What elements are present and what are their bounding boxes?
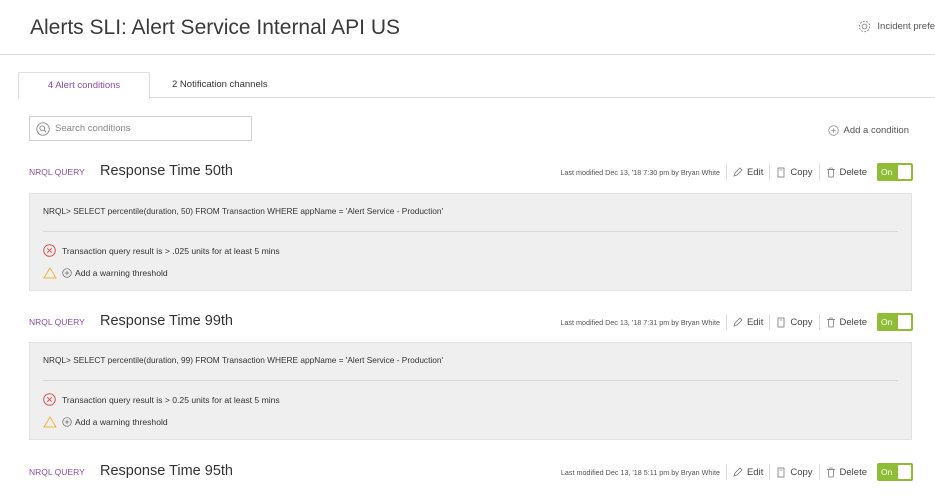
divider (818, 464, 820, 480)
last-modified: Last modified Dec 13, '18 5:11 pm by Bry… (560, 467, 720, 477)
trash-icon (826, 167, 835, 177)
enabled-toggle[interactable]: On (877, 313, 913, 331)
incident-preferences-link[interactable]: Incident prefe (858, 20, 935, 33)
critical-x-icon (43, 393, 56, 406)
condition-details: NRQL> SELECT percentile(duration, 50) FR… (29, 193, 912, 291)
critical-threshold: Transaction query result is > .025 units… (43, 244, 280, 257)
add-condition-label: Add a condition (843, 125, 910, 136)
divider (769, 164, 771, 180)
edit-button[interactable]: Edit (733, 467, 763, 478)
divider (725, 464, 727, 480)
condition-name[interactable]: Response Time 99th (100, 313, 233, 329)
delete-label: Delete (839, 166, 867, 178)
plus-circle-icon (62, 268, 72, 278)
edit-label: Edit (746, 466, 764, 478)
edit-label: Edit (746, 316, 764, 328)
plus-circle-icon (827, 125, 839, 136)
add-warning-threshold-link[interactable]: Add a warning threshold (43, 416, 168, 428)
toggle-knob (898, 465, 911, 479)
divider (818, 314, 820, 330)
search-icon (36, 121, 50, 136)
nrql-query: NRQL> SELECT percentile(duration, 99) FR… (43, 355, 444, 365)
divider (43, 380, 898, 381)
last-modified: Last modified Dec 13, '18 7:30 pm by Bry… (560, 167, 720, 177)
divider (725, 314, 727, 330)
pencil-icon (733, 467, 743, 477)
divider (818, 164, 820, 180)
edit-button[interactable]: Edit (733, 167, 763, 178)
critical-threshold-text: Transaction query result is > 0.25 units… (62, 394, 280, 405)
divider (725, 164, 727, 180)
condition-header: NRQL QUERY Response Time 50th Last modif… (29, 161, 913, 183)
nrql-query: NRQL> SELECT percentile(duration, 50) FR… (43, 206, 444, 216)
trash-icon (826, 467, 835, 477)
add-condition-button[interactable]: Add a condition (827, 125, 910, 136)
delete-label: Delete (839, 466, 867, 478)
plus-circle-icon (62, 417, 72, 427)
delete-button[interactable]: Delete (826, 467, 867, 478)
copy-button[interactable]: Copy (776, 316, 813, 328)
critical-threshold-text: Transaction query result is > .025 units… (62, 245, 280, 256)
toggle-knob (898, 165, 911, 179)
incident-preferences-label: Incident prefe (877, 21, 935, 32)
pencil-icon (733, 317, 743, 327)
copy-label: Copy (790, 166, 813, 178)
condition-type-tag: NRQL QUERY (29, 167, 85, 177)
page-header: Alerts SLI: Alert Service Internal API U… (0, 0, 935, 55)
condition-type-tag: NRQL QUERY (29, 317, 85, 327)
gear-icon (859, 20, 871, 33)
condition-meta: Last modified Dec 13, '18 5:11 pm by Bry… (561, 461, 913, 483)
edit-button[interactable]: Edit (733, 317, 763, 328)
trash-icon (826, 317, 835, 327)
copy-label: Copy (790, 316, 813, 328)
search-placeholder: Search conditions (55, 123, 131, 134)
condition-meta: Last modified Dec 13, '18 7:31 pm by Bry… (560, 311, 913, 333)
enabled-toggle[interactable]: On (877, 463, 913, 481)
warning-triangle-icon (43, 416, 57, 428)
search-input[interactable]: Search conditions (29, 116, 252, 141)
divider (769, 464, 771, 480)
condition-details: NRQL> SELECT percentile(duration, 99) FR… (29, 342, 912, 440)
toggle-label: On (881, 167, 893, 177)
copy-button[interactable]: Copy (776, 166, 813, 178)
enabled-toggle[interactable]: On (877, 163, 913, 181)
add-warning-threshold-label: Add a warning threshold (75, 268, 168, 278)
condition-name[interactable]: Response Time 50th (100, 163, 233, 179)
page-title: Alerts SLI: Alert Service Internal API U… (30, 16, 400, 39)
pencil-icon (733, 167, 743, 177)
condition-header: NRQL QUERY Response Time 95th Last modif… (29, 461, 913, 483)
copy-icon (777, 167, 785, 177)
tab-bar: 4 Alert conditions 2 Notification channe… (18, 72, 935, 99)
warning-triangle-icon (43, 267, 57, 279)
copy-label: Copy (790, 466, 813, 478)
condition-header: NRQL QUERY Response Time 99th Last modif… (29, 311, 913, 333)
delete-button[interactable]: Delete (826, 167, 867, 178)
copy-button[interactable]: Copy (776, 466, 813, 478)
condition-meta: Last modified Dec 13, '18 7:30 pm by Bry… (560, 161, 913, 183)
add-warning-threshold-label: Add a warning threshold (75, 417, 168, 427)
divider (769, 314, 771, 330)
toggle-label: On (881, 467, 893, 477)
last-modified: Last modified Dec 13, '18 7:31 pm by Bry… (560, 317, 720, 327)
condition-type-tag: NRQL QUERY (29, 467, 85, 477)
tab-notification-channels[interactable]: 2 Notification channels (172, 72, 268, 97)
critical-x-icon (43, 244, 56, 257)
copy-icon (777, 317, 785, 327)
toggle-knob (898, 315, 911, 329)
toggle-label: On (881, 317, 893, 327)
add-warning-threshold-link[interactable]: Add a warning threshold (43, 267, 168, 279)
critical-threshold: Transaction query result is > 0.25 units… (43, 393, 280, 406)
divider (43, 231, 898, 232)
delete-label: Delete (839, 316, 867, 328)
delete-button[interactable]: Delete (826, 317, 867, 328)
tab-alert-conditions[interactable]: 4 Alert conditions (18, 72, 150, 99)
condition-name[interactable]: Response Time 95th (100, 463, 233, 479)
edit-label: Edit (746, 166, 764, 178)
copy-icon (777, 467, 785, 477)
